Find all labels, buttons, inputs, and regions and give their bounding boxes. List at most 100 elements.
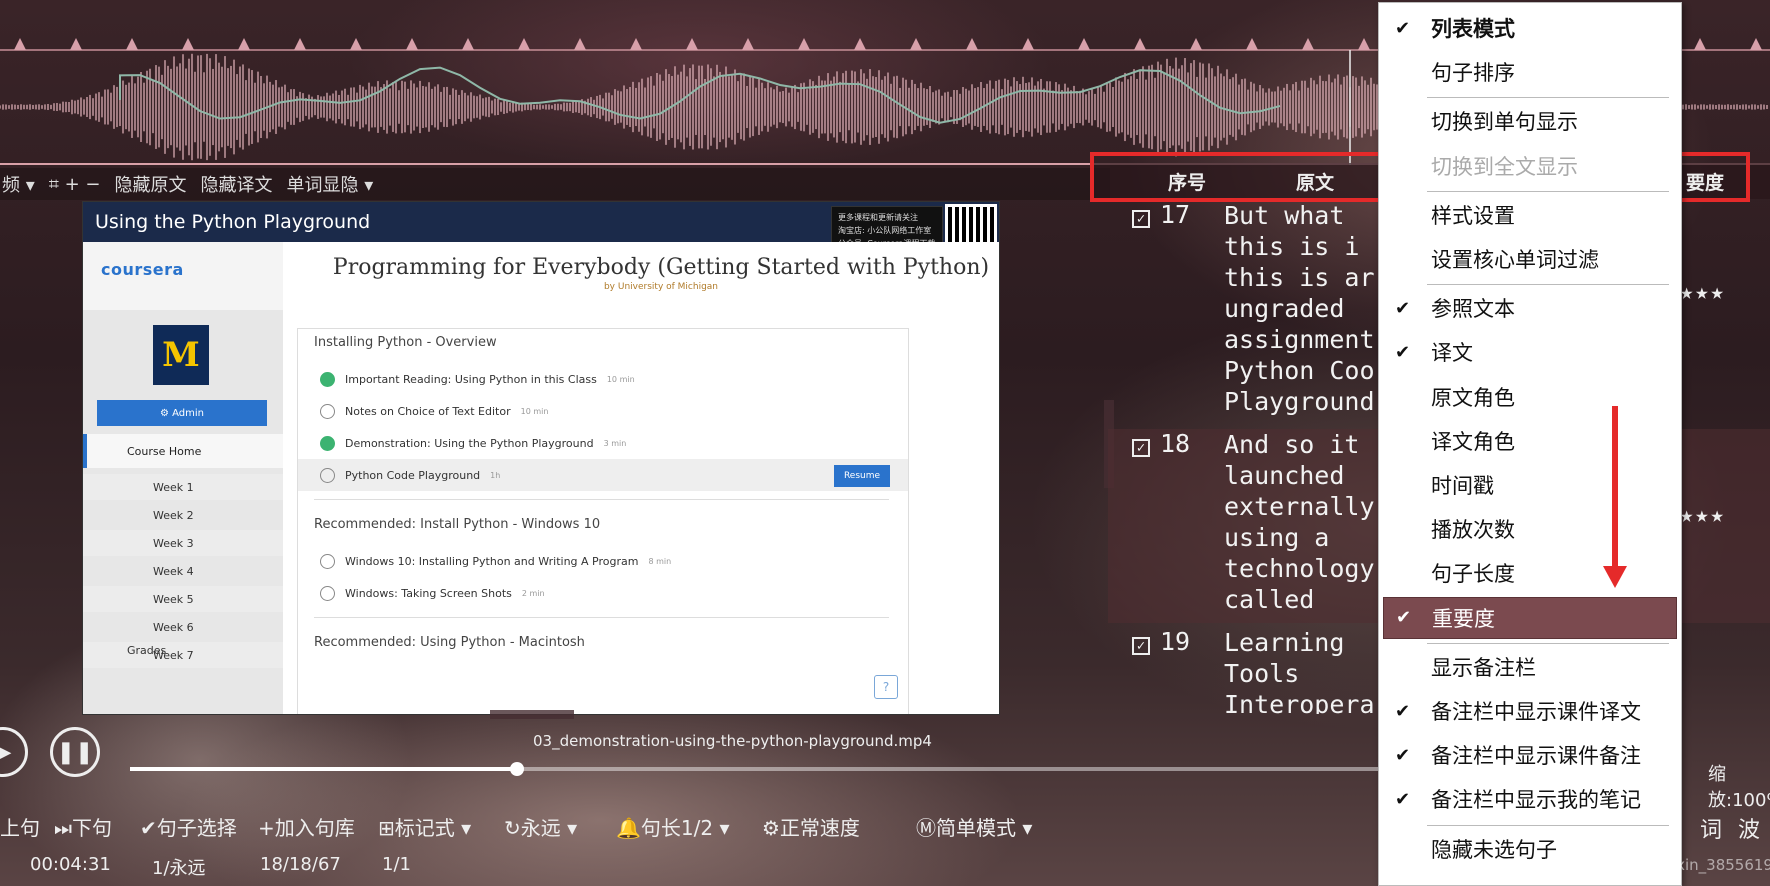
row-checkbox-icon[interactable]: ✓	[1132, 439, 1150, 457]
menu-item-label: 句子长度	[1431, 562, 1515, 587]
checkmark-icon: ✔	[1395, 788, 1411, 810]
horizontal-splitter-handle[interactable]	[490, 710, 574, 719]
page-count: 1/1	[382, 854, 411, 875]
waveform-tick	[910, 38, 922, 50]
item-status-icon	[320, 371, 335, 387]
course-title: Programming for Everybody (Getting Start…	[332, 255, 990, 280]
waveform-tick	[574, 38, 586, 50]
module-item-label: Demonstration: Using the Python Playgrou…	[345, 436, 594, 450]
sentence-number: 18	[1160, 429, 1191, 458]
video-filename: 03_demonstration-using-the-python-playgr…	[533, 732, 932, 750]
course-subtitle: by University of Michigan	[603, 282, 719, 292]
video-player-frame[interactable]: Using the Python Playground 更多课程和更新请关注 淘…	[82, 201, 1000, 715]
word-visibility-dropdown[interactable]: 单词显隐 ▾	[287, 171, 374, 197]
coursera-sidebar: coursera M ⚙ Admin Course Home Week 1 Wee…	[83, 242, 283, 714]
module-item: Notes on Choice of Text Editor 10 min	[298, 395, 908, 427]
sentence-select-button[interactable]: ✔句子选择	[140, 812, 237, 841]
menu-item[interactable]: ✔ 备注栏中显示课件译文	[1383, 690, 1677, 732]
menu-item[interactable]: ✔ 备注栏中显示课件备注	[1383, 734, 1677, 776]
video-window-titlebar: Using the Python Playground 更多课程和更新请关注 淘…	[83, 202, 999, 256]
waveform-tick	[1302, 38, 1314, 50]
menu-item-label: 原文角色	[1431, 385, 1515, 410]
playback-speed-button[interactable]: ⚙正常速度	[762, 812, 860, 841]
waveform-button[interactable]: 波	[1738, 812, 1760, 844]
waveform-tick	[798, 38, 810, 50]
video-toolbar-item[interactable]: 频 ▾	[2, 171, 35, 197]
progress-knob[interactable]	[509, 762, 524, 776]
row-checkbox-icon[interactable]: ✓	[1132, 210, 1150, 228]
menu-item[interactable]: ✔ 备注栏中显示我的笔记	[1383, 778, 1677, 820]
importance-stars[interactable]: ★★★	[1680, 280, 1726, 305]
playback-progress-bar[interactable]	[130, 762, 1378, 776]
help-icon: ?	[874, 675, 898, 699]
waveform-tick	[182, 38, 194, 50]
module-item-label: Notes on Choice of Text Editor	[345, 404, 511, 418]
sentence-line: using a	[1224, 523, 1330, 552]
module-item-label: Windows 10: Installing Python and Writin…	[345, 554, 639, 568]
menu-separator	[1427, 97, 1669, 99]
sentence-line: But what	[1224, 201, 1345, 230]
hide-original-button[interactable]: 隐藏原文	[115, 171, 187, 197]
coursera-logo: coursera	[101, 260, 184, 279]
menu-item[interactable]: 样式设置	[1383, 194, 1677, 236]
waveform-tick	[1022, 38, 1034, 50]
checkmark-icon: ✔	[1395, 341, 1411, 363]
waveform-tick	[294, 38, 306, 50]
menu-item-label: 重要度	[1432, 606, 1495, 631]
week-nav-item: Week 4	[153, 564, 194, 578]
module-item-duration: 3 min	[603, 438, 627, 448]
menu-item[interactable]: 切换到单句显示	[1383, 100, 1677, 142]
words-button[interactable]: 词	[1700, 812, 1722, 844]
sentence-length-dropdown[interactable]: 🔔句长1/2 ▾	[616, 812, 730, 841]
sentence-number: 17	[1160, 200, 1191, 229]
previous-sentence-button[interactable]: 上句	[0, 812, 40, 841]
menu-item-label: 切换到单句显示	[1431, 110, 1578, 135]
menu-item[interactable]: 原文角色	[1383, 376, 1677, 418]
module-item-label: Important Reading: Using Python in this …	[345, 372, 597, 386]
menu-item[interactable]: 设置核心单词过滤	[1383, 238, 1677, 280]
module-item-duration: 10 min	[606, 374, 635, 384]
module-card: Installing Python - Overview Important Re…	[297, 328, 909, 714]
waveform-tick	[630, 38, 642, 50]
menu-item[interactable]: 时间戳	[1383, 464, 1677, 506]
menu-item[interactable]: ✔ 重要度	[1383, 596, 1677, 639]
menu-item[interactable]: 播放次数	[1383, 508, 1677, 550]
waveform-tick	[1358, 38, 1370, 50]
sentence-line: Learning	[1224, 628, 1345, 657]
hide-translation-button[interactable]: 隐藏译文	[201, 171, 273, 197]
sentence-line: technology	[1224, 554, 1375, 583]
menu-item-label: 备注栏中显示课件译文	[1431, 700, 1641, 724]
sentence-text: LearningToolsInteroperaility, so	[1224, 627, 1375, 714]
video-toolbar: 频 ▾ ⌗ + − 隐藏原文 隐藏译文 单词显隐 ▾	[0, 168, 1110, 200]
menu-separator	[1427, 284, 1669, 286]
status-bar: 00:04:31 1/永远 18/18/67 1/1	[0, 852, 1400, 882]
add-to-library-button[interactable]: +加入句库	[258, 812, 355, 841]
waveform-tick	[966, 38, 978, 50]
sentence-line: this is ar	[1224, 263, 1375, 292]
resume-button: Resume	[834, 465, 890, 487]
menu-item[interactable]: 显示备注栏	[1383, 646, 1677, 688]
waveform-tick	[1078, 38, 1090, 50]
repeat-mode-dropdown[interactable]: ↻永远 ▾	[504, 812, 577, 841]
module-item-label: Python Code Playground	[345, 468, 481, 482]
menu-item[interactable]: ✔ 参照文本	[1383, 287, 1677, 329]
watermark-url: https://blog.csdn.net/weixin_38556197	[1490, 856, 1770, 874]
importance-stars[interactable]: ★★★	[1680, 503, 1726, 528]
simple-mode-dropdown[interactable]: Ⓜ简单模式 ▾	[916, 812, 1032, 841]
menu-separator	[1427, 190, 1669, 192]
menu-item[interactable]: 句子排序	[1383, 51, 1677, 93]
sentence-position: 18/18/67	[260, 854, 341, 875]
next-sentence-button[interactable]: ⏭下句	[54, 812, 112, 841]
menu-item[interactable]: ✔ 列表模式	[1383, 7, 1677, 49]
video-toolbar-item[interactable]: ⌗ + −	[49, 174, 101, 195]
module-section-title: Recommended: Using Python - Macintosh	[314, 635, 585, 650]
week-nav-item: Week 7	[83, 642, 283, 668]
menu-item[interactable]: 句子长度	[1383, 552, 1677, 594]
pause-icon[interactable]: ❚❚	[50, 727, 100, 777]
menu-item[interactable]: 译文角色	[1383, 420, 1677, 462]
menu-item[interactable]: ✔ 译文	[1383, 331, 1677, 373]
course-home-link: Course Home	[83, 434, 283, 468]
menu-separator	[1427, 824, 1669, 826]
row-checkbox-icon[interactable]: ✓	[1132, 637, 1150, 655]
mark-style-dropdown[interactable]: ⊞标记式 ▾	[378, 812, 471, 841]
